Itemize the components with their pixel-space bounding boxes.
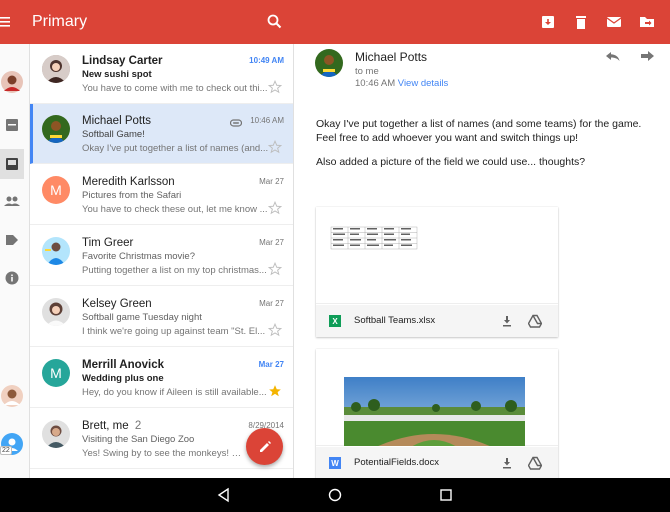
star-icon[interactable]	[267, 261, 283, 276]
inbox-icon[interactable]	[0, 149, 24, 179]
email-subject: Pictures from the Safari	[82, 190, 182, 201]
sender-avatar: M	[42, 176, 70, 204]
email-date: Mar 27	[259, 299, 284, 308]
mark-unread-icon[interactable]	[604, 12, 624, 32]
sender-avatar	[42, 298, 70, 326]
email-date: Mar 27	[259, 177, 284, 186]
email-snippet: Yes! Swing by to see the monkeys! On F..…	[82, 448, 247, 459]
view-details-link[interactable]: View details	[398, 78, 449, 89]
attachment-footer: X Softball Teams.xlsx	[316, 305, 558, 337]
email-subject: Visiting the San Diego Zoo	[82, 434, 195, 445]
body-paragraph: Also added a picture of the field we cou…	[316, 156, 586, 168]
sender-name: Merrill Anovick	[82, 359, 165, 371]
attachment-name: PotentialFields.docx	[354, 457, 440, 468]
sender-name: Lindsay Carter	[82, 55, 163, 67]
home-icon[interactable]	[327, 487, 343, 503]
drive-icon[interactable]	[527, 314, 543, 328]
system-navigation-bar	[0, 478, 670, 512]
label-icon[interactable]	[0, 228, 24, 252]
archive-box-icon[interactable]	[0, 113, 24, 137]
email-detail-pane: Michael Potts to me 10:46 AM View detail…	[295, 44, 670, 478]
account-avatar-2[interactable]	[0, 384, 24, 408]
thread-count: 2	[134, 420, 142, 432]
email-row[interactable]: M Merrill Anovick Mar 27 Wedding plus on…	[30, 348, 293, 408]
forward-icon[interactable]	[639, 48, 655, 64]
app-bar: Primary	[0, 0, 670, 44]
star-icon[interactable]	[267, 200, 283, 215]
back-icon[interactable]	[216, 487, 232, 503]
attachment-name: Softball Teams.xlsx	[354, 315, 436, 326]
pencil-icon	[259, 440, 271, 452]
detail-time: 10:46 AM	[355, 78, 396, 89]
menu-icon[interactable]	[0, 10, 14, 34]
email-list: Lindsay Carter 10:49 AM New sushi spot Y…	[30, 44, 294, 478]
word-file-icon: W	[329, 457, 341, 469]
compose-button[interactable]	[246, 428, 283, 465]
email-date: Mar 27	[258, 360, 284, 369]
email-row[interactable]: Kelsey Green Mar 27 Softball game Tuesda…	[30, 287, 293, 347]
body-paragraph: Okay I've put together a list of names (…	[316, 118, 642, 144]
email-snippet: You have to come with me to check out th…	[82, 83, 268, 94]
sender-name: Kelsey Green	[82, 298, 152, 310]
sender-avatar	[42, 115, 70, 143]
sender-avatar: M	[42, 359, 70, 387]
sender-name: Tim Greer	[82, 237, 134, 249]
email-row[interactable]: Lindsay Carter 10:49 AM New sushi spot Y…	[30, 44, 293, 104]
star-icon-filled[interactable]	[268, 384, 282, 398]
email-snippet: Putting together a list on my top christ…	[82, 265, 267, 276]
download-icon[interactable]	[500, 456, 514, 470]
navigation-rail: 22	[0, 44, 30, 478]
excel-file-icon: X	[329, 315, 341, 327]
sender-name: Meredith Karlsson	[82, 176, 175, 188]
sender-avatar	[42, 55, 70, 83]
page-title: Primary	[32, 13, 88, 30]
email-date: Mar 27	[259, 238, 284, 247]
people-icon[interactable]	[0, 189, 24, 213]
email-subject: Softball Game!	[82, 129, 145, 140]
star-icon[interactable]	[267, 79, 283, 94]
email-row-selected[interactable]: Michael Potts 10:46 AM Softball Game! Ok…	[30, 104, 293, 164]
email-snippet: I think we're going up against team "St.…	[82, 326, 266, 337]
detail-sender-name: Michael Potts	[355, 50, 428, 64]
sender-name: Brett, me 2	[82, 419, 141, 433]
email-subject: New sushi spot	[82, 69, 152, 80]
account-avatar[interactable]	[0, 70, 24, 94]
archive-icon[interactable]	[538, 12, 558, 32]
email-subject: Wedding plus one	[82, 373, 164, 384]
sender-avatar	[315, 49, 343, 77]
info-icon[interactable]	[0, 266, 24, 290]
attachment-card[interactable]: W PotentialFields.docx	[316, 349, 558, 478]
email-subject: Softball game Tuesday night	[82, 312, 202, 323]
detail-recipient: to me	[355, 66, 379, 77]
attachment-preview	[316, 207, 558, 304]
recents-icon[interactable]	[438, 487, 454, 503]
email-snippet: Hey, do you know if Aileen is still avai…	[82, 387, 267, 398]
email-snippet: Okay I've put together a list of names (…	[82, 143, 269, 154]
reply-icon[interactable]	[605, 48, 621, 64]
attachment-footer: W PotentialFields.docx	[316, 447, 558, 478]
attachment-card[interactable]: X Softball Teams.xlsx	[316, 207, 558, 337]
account-count-badge: 22	[0, 446, 12, 455]
drive-icon[interactable]	[527, 456, 543, 470]
email-row[interactable]: Tim Greer Mar 27 Favorite Christmas movi…	[30, 226, 293, 286]
search-icon[interactable]	[265, 12, 285, 32]
download-icon[interactable]	[500, 314, 514, 328]
sender-avatar	[42, 420, 70, 448]
email-snippet: You have to check these out, let me know…	[82, 204, 268, 215]
detail-time-row: 10:46 AM View details	[355, 78, 448, 89]
sender-name: Michael Potts	[82, 115, 152, 127]
email-row[interactable]: M Meredith Karlsson Mar 27 Pictures from…	[30, 165, 293, 225]
delete-icon[interactable]	[571, 12, 591, 32]
attachment-preview	[316, 349, 558, 447]
email-date: 10:49 AM	[249, 56, 284, 65]
sender-avatar	[42, 237, 70, 265]
email-subject: Favorite Christmas movie?	[82, 251, 195, 262]
star-icon[interactable]	[267, 139, 283, 154]
move-to-icon[interactable]	[637, 12, 657, 32]
star-icon[interactable]	[267, 322, 283, 337]
attachment-icon	[229, 115, 243, 127]
sender-name-text: Brett, me	[82, 420, 129, 432]
email-date: 10:46 AM	[250, 116, 284, 125]
